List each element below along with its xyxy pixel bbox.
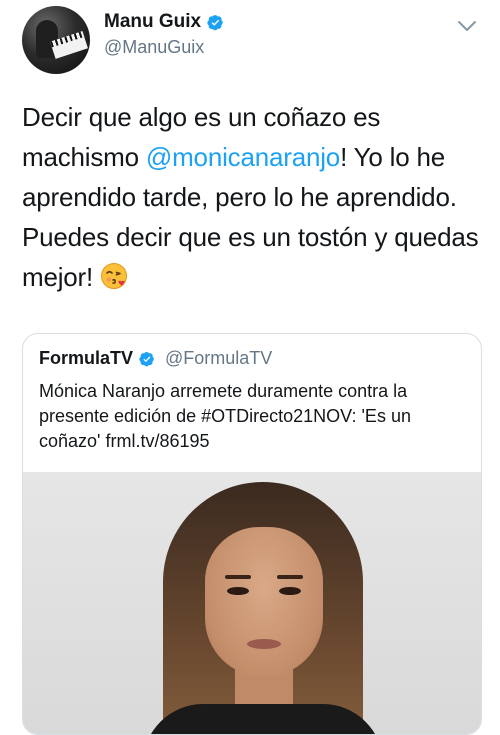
portrait-brow	[277, 575, 303, 579]
quoted-tweet-card[interactable]: FormulaTV @FormulaTV Mónica Naranjo arre…	[22, 333, 482, 735]
mention-link[interactable]: @monicanaranjo	[146, 142, 340, 172]
author-display-name[interactable]: Manu Guix	[104, 11, 201, 33]
portrait-lips	[247, 639, 281, 649]
author-handle[interactable]: @ManuGuix	[104, 37, 204, 58]
quoted-tweet-text: Mónica Naranjo arremete duramente contra…	[39, 381, 411, 451]
portrait-eye	[227, 587, 249, 595]
portrait-eye	[279, 587, 301, 595]
portrait-shoulders	[143, 704, 383, 734]
quoted-handle[interactable]: @FormulaTV	[165, 348, 272, 369]
author-avatar[interactable]	[22, 6, 90, 74]
face-blowing-kiss-icon	[101, 263, 128, 289]
chevron-down-icon[interactable]	[456, 18, 478, 34]
portrait-brow	[225, 575, 251, 579]
verified-badge-icon	[207, 14, 224, 30]
tweet-text: Decir que algo es un coñazo es machismo …	[22, 97, 490, 297]
quoted-display-name[interactable]: FormulaTV	[39, 348, 133, 369]
quoted-tweet-header: FormulaTV @FormulaTV	[39, 348, 272, 369]
verified-badge-icon	[139, 351, 155, 366]
author-name-row: Manu Guix	[104, 11, 224, 33]
quoted-tweet-image[interactable]	[23, 472, 481, 734]
portrait-face	[205, 527, 323, 677]
